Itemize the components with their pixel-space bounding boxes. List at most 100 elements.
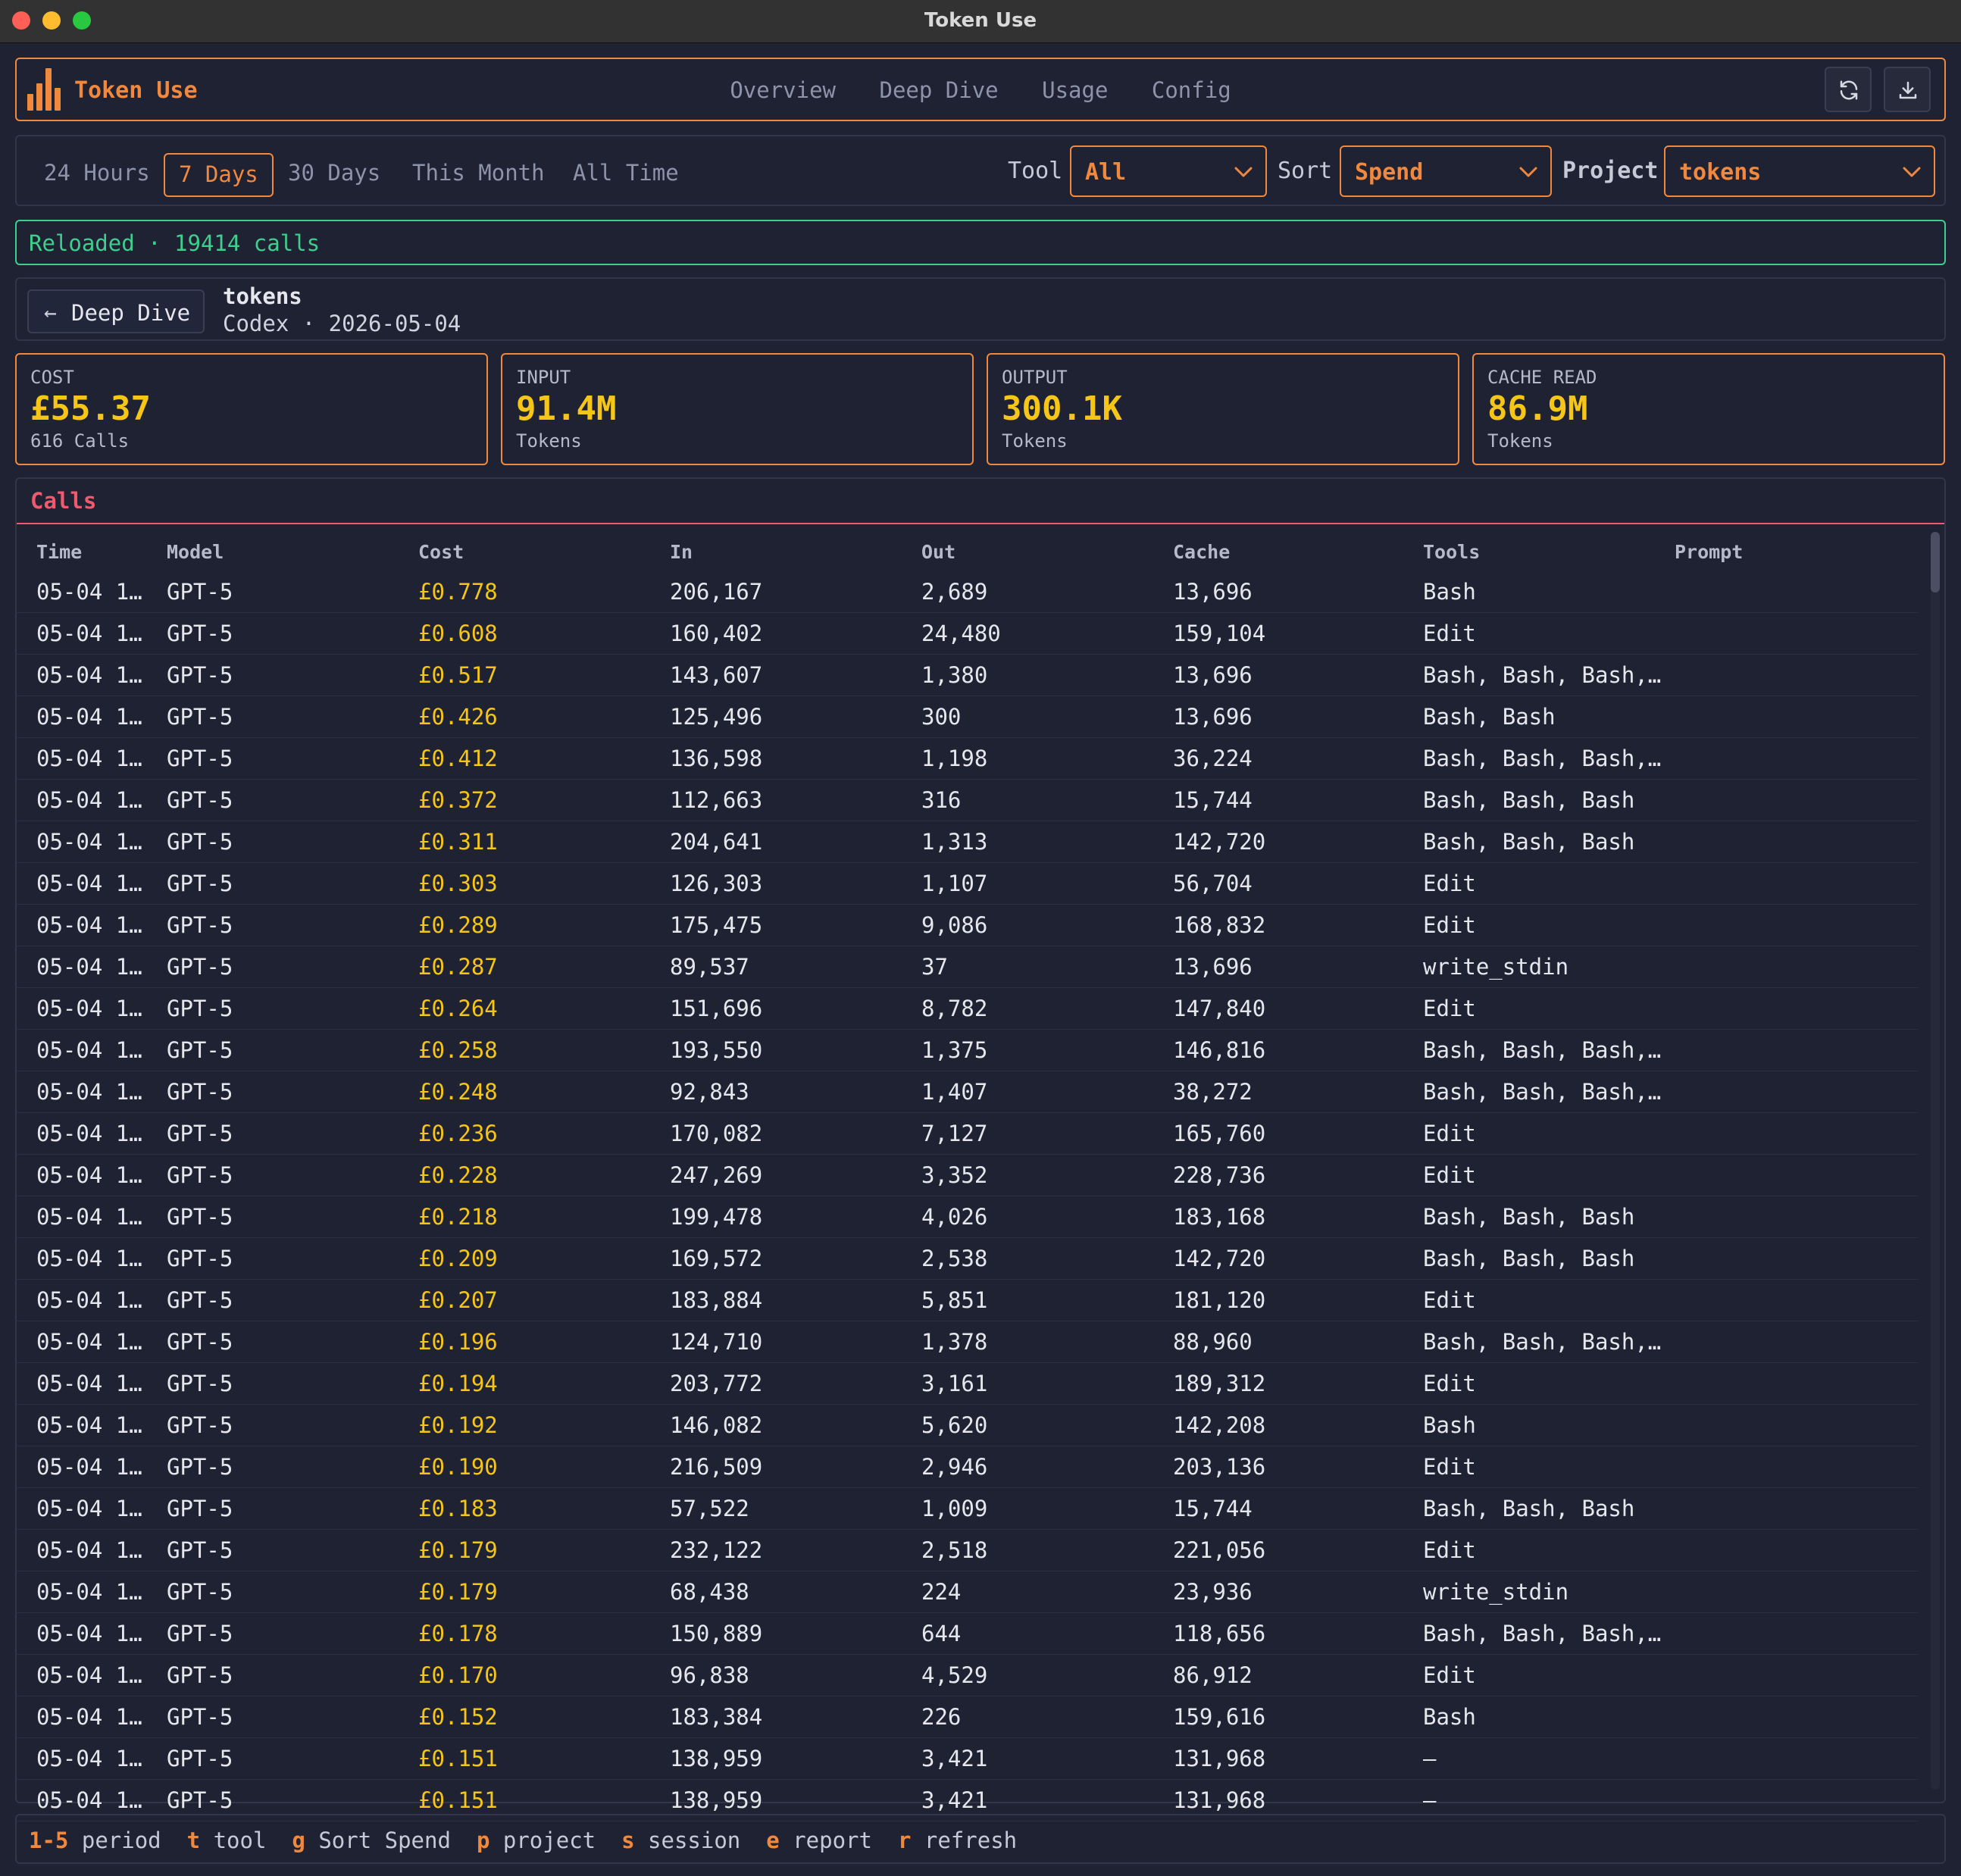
- cell-in: 138,959: [670, 1787, 763, 1813]
- download-button[interactable]: [1884, 67, 1931, 112]
- stat-sub: Tokens: [516, 430, 582, 452]
- table-row[interactable]: 05-04 1… GPT-5 £0.194 203,772 3,161 189,312 Ed…: [17, 1363, 1919, 1405]
- table-row[interactable]: 05-04 1… GPT-5 £0.151 138,959 3,421 131,968 –: [17, 1738, 1919, 1780]
- table-row[interactable]: 05-04 1… GPT-5 £0.608 160,402 24,480 159,104 E…: [17, 613, 1919, 655]
- table-row[interactable]: 05-04 1… GPT-5 £0.170 96,838 4,529 86,912 Edit: [17, 1655, 1919, 1696]
- col-out[interactable]: Out: [921, 541, 955, 563]
- cell-out: 1,407: [921, 1079, 988, 1105]
- project-select[interactable]: tokens: [1664, 145, 1935, 197]
- cell-out: 4,026: [921, 1204, 988, 1230]
- nav-usage[interactable]: Usage: [1042, 77, 1108, 103]
- table-row[interactable]: 05-04 1… GPT-5 £0.311 204,641 1,313 142,720 Ba…: [17, 821, 1919, 863]
- period-this-month[interactable]: This Month: [399, 153, 558, 197]
- cell-in: 183,384: [670, 1704, 763, 1730]
- cell-time: 05-04 1…: [36, 871, 142, 896]
- col-tools[interactable]: Tools: [1423, 541, 1480, 563]
- cell-tools: Bash, Bash, Bash,…: [1423, 662, 1662, 688]
- table-row[interactable]: 05-04 1… GPT-5 £0.179 68,438 224 23,936 write_…: [17, 1571, 1919, 1613]
- cell-time: 05-04 1…: [36, 1662, 142, 1688]
- cell-model: GPT-5: [167, 871, 233, 896]
- cell-cost: £0.190: [418, 1454, 498, 1480]
- refresh-icon: [1840, 80, 1858, 100]
- cell-model: GPT-5: [167, 746, 233, 771]
- cell-time: 05-04 1…: [36, 1496, 142, 1521]
- shortcut-key: g: [292, 1828, 305, 1853]
- table-row[interactable]: 05-04 1… GPT-5 £0.778 206,167 2,689 13,696 Bas…: [17, 571, 1919, 613]
- table-row[interactable]: 05-04 1… GPT-5 £0.207 183,884 5,851 181,120 Ed…: [17, 1280, 1919, 1321]
- table-row[interactable]: 05-04 1… GPT-5 £0.412 136,598 1,198 36,224 Bas…: [17, 738, 1919, 780]
- cell-time: 05-04 1…: [36, 1454, 142, 1480]
- nav-overview[interactable]: Overview: [730, 77, 836, 103]
- main-nav: Overview Deep Dive Usage Config: [17, 77, 1944, 103]
- download-icon: [1899, 81, 1917, 99]
- back-button[interactable]: ← Deep Dive: [27, 289, 205, 333]
- stat-sub: Tokens: [1487, 430, 1553, 452]
- cell-time: 05-04 1…: [36, 662, 142, 688]
- cell-model: GPT-5: [167, 1787, 233, 1813]
- table-row[interactable]: 05-04 1… GPT-5 £0.287 89,537 37 13,696 write_s…: [17, 946, 1919, 988]
- scrollbar-thumb[interactable]: [1931, 532, 1940, 593]
- cell-tools: Bash: [1423, 1412, 1476, 1438]
- table-row[interactable]: 05-04 1… GPT-5 £0.179 232,122 2,518 221,056 Ed…: [17, 1530, 1919, 1571]
- stat-value: 300.1K: [1002, 389, 1122, 428]
- cell-cost: £0.372: [418, 787, 498, 813]
- period-30-days[interactable]: 30 Days: [274, 153, 394, 197]
- table-row[interactable]: 05-04 1… GPT-5 £0.236 170,082 7,127 165,760 Ed…: [17, 1113, 1919, 1155]
- stat-card-cost: COST £55.37 616 Calls: [15, 353, 488, 465]
- cell-cache: 221,056: [1173, 1537, 1266, 1563]
- tool-select[interactable]: All: [1070, 145, 1267, 197]
- table-row[interactable]: 05-04 1… GPT-5 £0.248 92,843 1,407 38,272 Bash…: [17, 1071, 1919, 1113]
- table-scrollbar[interactable]: [1931, 532, 1940, 1790]
- sort-select[interactable]: Spend: [1340, 145, 1552, 197]
- table-row[interactable]: 05-04 1… GPT-5 £0.517 143,607 1,380 13,696 Bas…: [17, 655, 1919, 696]
- cell-time: 05-04 1…: [36, 1246, 142, 1271]
- col-prompt[interactable]: Prompt: [1675, 541, 1743, 563]
- project-select-value: tokens: [1679, 159, 1762, 186]
- cell-cache: 159,104: [1173, 621, 1266, 646]
- cell-model: GPT-5: [167, 1496, 233, 1521]
- cell-time: 05-04 1…: [36, 1579, 142, 1605]
- cell-cost: £0.207: [418, 1287, 498, 1313]
- col-time[interactable]: Time: [36, 541, 82, 563]
- col-in[interactable]: In: [670, 541, 693, 563]
- refresh-button[interactable]: [1825, 67, 1872, 112]
- cell-cache: 13,696: [1173, 579, 1253, 605]
- table-row[interactable]: 05-04 1… GPT-5 £0.426 125,496 300 13,696 Bash,…: [17, 696, 1919, 738]
- period-24-hours[interactable]: 24 Hours: [30, 153, 164, 197]
- table-row[interactable]: 05-04 1… GPT-5 £0.152 183,384 226 159,616 Bash: [17, 1696, 1919, 1738]
- cell-tools: Edit: [1423, 871, 1476, 896]
- cell-cost: £0.608: [418, 621, 498, 646]
- shortcut-desc: Sort Spend: [318, 1828, 451, 1853]
- table-row[interactable]: 05-04 1… GPT-5 £0.218 199,478 4,026 183,168 Ba…: [17, 1196, 1919, 1238]
- cell-time: 05-04 1…: [36, 1287, 142, 1313]
- period-7-days[interactable]: 7 Days: [164, 153, 274, 197]
- cell-cost: £0.194: [418, 1371, 498, 1396]
- table-row[interactable]: 05-04 1… GPT-5 £0.258 193,550 1,375 146,816 Ba…: [17, 1030, 1919, 1071]
- table-row[interactable]: 05-04 1… GPT-5 £0.209 169,572 2,538 142,720 Ba…: [17, 1238, 1919, 1280]
- window-title: Token Use: [924, 9, 1037, 32]
- table-row[interactable]: 05-04 1… GPT-5 £0.289 175,475 9,086 168,832 Ed…: [17, 905, 1919, 946]
- table-row[interactable]: 05-04 1… GPT-5 £0.190 216,509 2,946 203,136 Ed…: [17, 1446, 1919, 1488]
- col-cache[interactable]: Cache: [1173, 541, 1230, 563]
- table-row[interactable]: 05-04 1… GPT-5 £0.192 146,082 5,620 142,208 Ba…: [17, 1405, 1919, 1446]
- cell-cache: 142,720: [1173, 829, 1266, 855]
- table-row[interactable]: 05-04 1… GPT-5 £0.228 247,269 3,352 228,736 Ed…: [17, 1155, 1919, 1196]
- cell-in: 68,438: [670, 1579, 749, 1605]
- nav-config[interactable]: Config: [1152, 77, 1231, 103]
- cell-cache: 203,136: [1173, 1454, 1266, 1480]
- period-all-time[interactable]: All Time: [559, 153, 693, 197]
- col-model[interactable]: Model: [167, 541, 224, 563]
- cell-tools: Edit: [1423, 1162, 1476, 1188]
- cell-in: 57,522: [670, 1496, 749, 1521]
- table-row[interactable]: 05-04 1… GPT-5 £0.178 150,889 644 118,656 Bash…: [17, 1613, 1919, 1655]
- table-row[interactable]: 05-04 1… GPT-5 £0.264 151,696 8,782 147,840 Ed…: [17, 988, 1919, 1030]
- nav-deep-dive[interactable]: Deep Dive: [880, 77, 999, 103]
- cell-cost: £0.183: [418, 1496, 498, 1521]
- cell-time: 05-04 1…: [36, 1162, 142, 1188]
- app-window: Token Use Token Use Overview Deep Dive U…: [0, 0, 1961, 1876]
- table-row[interactable]: 05-04 1… GPT-5 £0.372 112,663 316 15,744 Bash,…: [17, 780, 1919, 821]
- table-row[interactable]: 05-04 1… GPT-5 £0.303 126,303 1,107 56,704 Edi…: [17, 863, 1919, 905]
- col-cost[interactable]: Cost: [418, 541, 464, 563]
- table-row[interactable]: 05-04 1… GPT-5 £0.196 124,710 1,378 88,960 Bas…: [17, 1321, 1919, 1363]
- table-row[interactable]: 05-04 1… GPT-5 £0.183 57,522 1,009 15,744 Bash…: [17, 1488, 1919, 1530]
